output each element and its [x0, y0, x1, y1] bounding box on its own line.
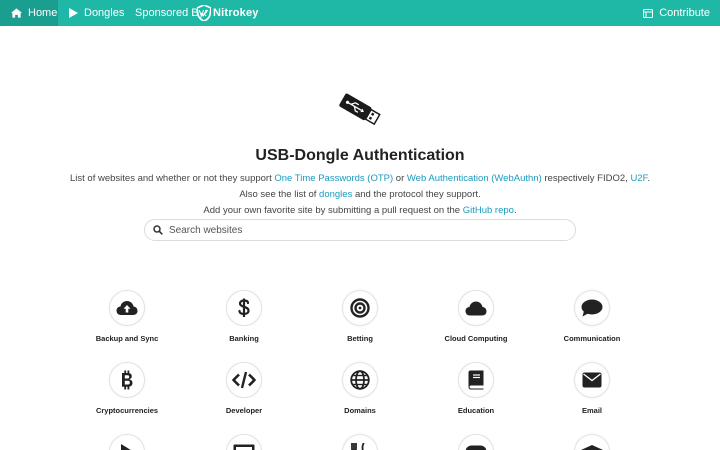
envelope-icon [582, 372, 602, 388]
category-banking[interactable]: Banking [184, 290, 304, 343]
category-label: Backup and Sync [95, 334, 159, 343]
monitor-icon [233, 444, 255, 450]
utensils-icon [351, 443, 365, 450]
category-partial-1[interactable] [67, 434, 187, 450]
search-bar[interactable] [144, 219, 576, 241]
search-icon [153, 225, 163, 235]
nav-dongles-link[interactable]: Dongles [58, 0, 124, 26]
book-icon [468, 370, 484, 390]
cloud-icon [465, 301, 487, 315]
nav-contribute-label: Contribute [659, 7, 710, 19]
nitrokey-shield-icon [197, 5, 211, 21]
nitrokey-logo-text: Nitrokey [213, 7, 259, 19]
nitrokey-logo[interactable]: Nitrokey [197, 4, 259, 22]
intro-line-2: Also see the list of dongles and the pro… [239, 189, 481, 200]
bitcoin-icon [122, 370, 133, 390]
play-icon [69, 8, 78, 18]
dongles-link[interactable]: dongles [319, 189, 352, 200]
code-icon [232, 371, 256, 389]
category-label: Developer [225, 406, 263, 415]
top-navbar: Home Dongles Sponsored By: Nitrokey Cont… [0, 0, 720, 26]
category-partial-3[interactable] [300, 434, 420, 450]
nav-contribute-link[interactable]: Contribute [643, 0, 710, 26]
page-title: USB-Dongle Authentication [255, 147, 465, 164]
nav-home-link[interactable]: Home [0, 0, 58, 26]
category-education[interactable]: Education [416, 362, 536, 415]
graduation-cap-icon [581, 445, 603, 450]
category-cryptocurrencies[interactable]: Cryptocurrencies [67, 362, 187, 415]
category-label: Domains [344, 406, 376, 415]
home-icon [11, 8, 22, 18]
otp-link[interactable]: One Time Passwords (OTP) [274, 173, 393, 184]
category-cloud-computing[interactable]: Cloud Computing [416, 290, 536, 343]
category-label: Cryptocurrencies [95, 406, 159, 415]
category-partial-2[interactable] [184, 434, 304, 450]
cloud-upload-icon [116, 301, 138, 315]
category-label: Communication [563, 334, 621, 343]
category-label: Email [581, 406, 602, 415]
category-label: Education [457, 406, 495, 415]
target-icon [350, 298, 370, 318]
category-developer[interactable]: Developer [184, 362, 304, 415]
nav-dongles-label: Dongles [84, 7, 125, 19]
chat-bubble-icon [581, 299, 603, 317]
category-partial-5[interactable] [532, 434, 652, 450]
category-backup-and-sync[interactable]: Backup and Sync [67, 290, 187, 343]
play-icon [121, 444, 131, 450]
usb-dongle-icon [339, 93, 381, 126]
category-betting[interactable]: Betting [300, 290, 420, 343]
category-communication[interactable]: Communication [532, 290, 652, 343]
github-repo-link[interactable]: GitHub repo [463, 205, 514, 216]
contribute-icon [643, 8, 654, 18]
category-label: Banking [229, 334, 259, 343]
category-email[interactable]: Email [532, 362, 652, 415]
category-label: Betting [347, 334, 373, 343]
category-partial-4[interactable] [416, 434, 536, 450]
nav-home-label: Home [28, 7, 58, 19]
search-input[interactable] [169, 224, 549, 236]
dollar-icon [238, 298, 250, 317]
webauthn-link[interactable]: Web Authentication (WebAuthn) [407, 173, 542, 184]
u2f-link[interactable]: U2F [630, 173, 647, 184]
globe-icon [350, 370, 370, 390]
gamepad-icon [465, 445, 487, 450]
category-domains[interactable]: Domains [300, 362, 420, 415]
category-label: Cloud Computing [444, 334, 508, 343]
intro-line-1: List of websites and whether or not they… [70, 173, 650, 184]
intro-line-3: Add your own favorite site by submitting… [203, 205, 517, 216]
